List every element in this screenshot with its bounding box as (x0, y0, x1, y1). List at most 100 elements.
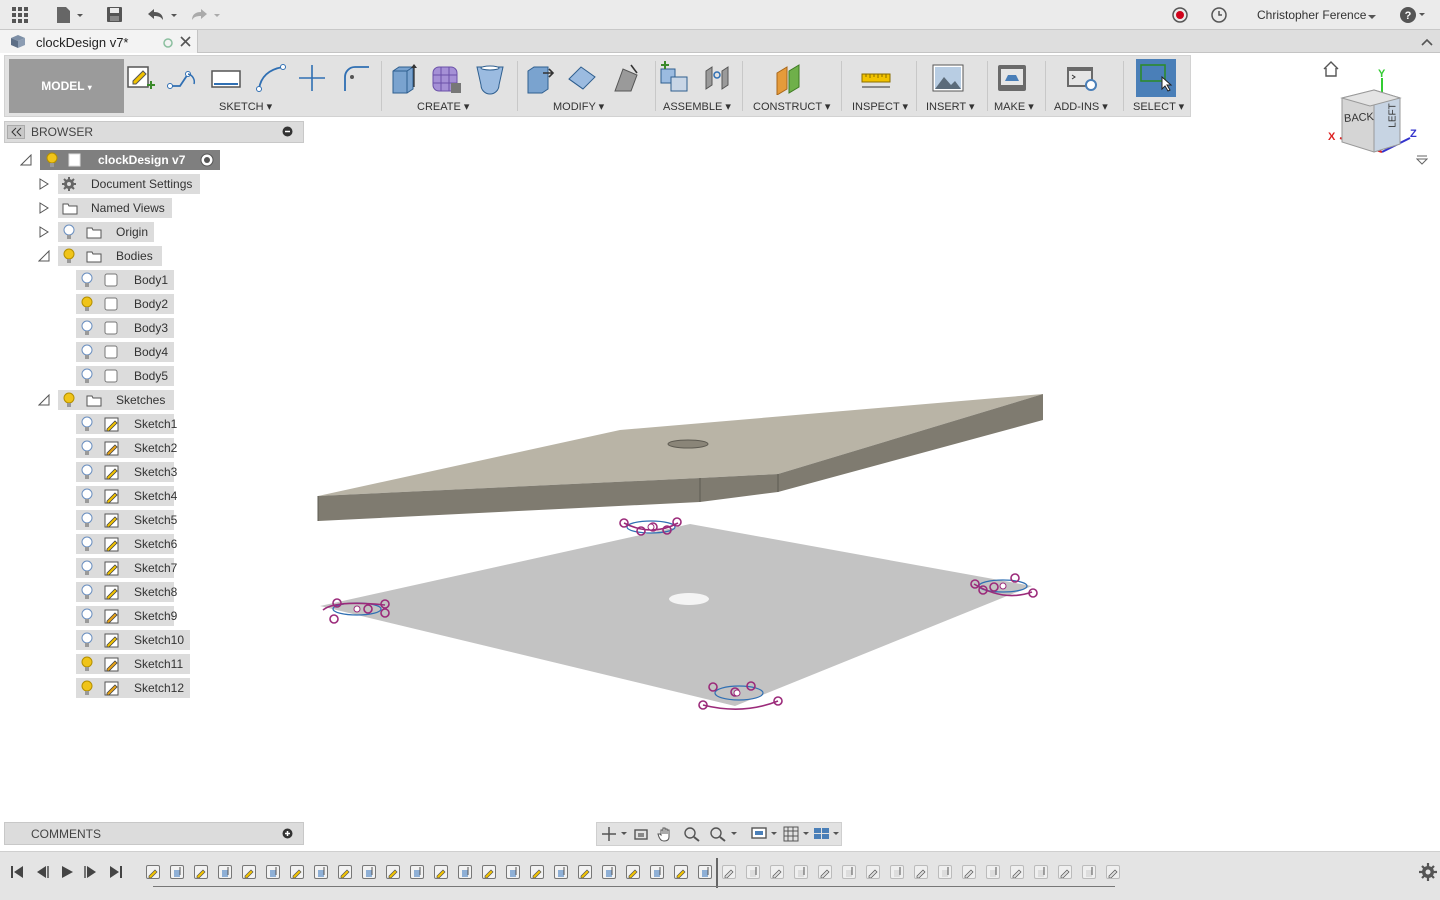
tree-sketch-item[interactable]: Sketch5 (76, 510, 196, 530)
viewcube-back-face[interactable]: BACK (1344, 111, 1375, 125)
tree-body-item[interactable]: Body1 (76, 270, 186, 290)
group-select[interactable]: SELECT ▾ (1133, 100, 1184, 113)
tree-sketch-item[interactable]: Sketch4 (76, 486, 196, 506)
viewports-icon[interactable] (813, 826, 841, 842)
point-tool-icon[interactable] (295, 61, 329, 95)
timeline-feature-icon[interactable] (962, 865, 976, 879)
step-back-icon[interactable] (35, 865, 49, 879)
play-icon[interactable] (60, 865, 74, 879)
timeline-settings-gear-icon[interactable] (1419, 863, 1437, 881)
visibility-bulb-icon[interactable] (62, 392, 76, 408)
tree-root[interactable]: clockDesign v7 (19, 150, 220, 170)
timeline-feature-icon[interactable] (602, 865, 616, 879)
tree-sketch-item[interactable]: Sketch10 (76, 630, 196, 650)
activate-radio-icon[interactable] (200, 153, 214, 167)
save-icon[interactable] (106, 6, 124, 24)
visibility-bulb-icon[interactable] (80, 632, 94, 648)
timeline-feature-icon[interactable] (218, 865, 232, 879)
visibility-bulb-icon[interactable] (80, 488, 94, 504)
visibility-bulb-icon[interactable] (80, 464, 94, 480)
tree-body-item[interactable]: Body2 (76, 294, 186, 314)
redo-icon[interactable] (190, 6, 226, 24)
tree-body-item[interactable]: Body3 (76, 318, 186, 338)
collapsed-arrow-icon[interactable] (38, 202, 50, 214)
expanded-arrow-icon[interactable] (37, 393, 50, 406)
tree-sketch-item[interactable]: Sketch3 (76, 462, 196, 482)
visibility-bulb-icon[interactable] (80, 368, 94, 384)
collapsed-arrow-icon[interactable] (38, 178, 50, 190)
timeline-feature-icon[interactable] (530, 865, 544, 879)
offset-plane-icon[interactable] (773, 61, 807, 96)
add-comment-icon[interactable] (282, 828, 293, 839)
zoom-icon[interactable] (709, 826, 739, 842)
timeline-feature-icon[interactable] (722, 865, 736, 879)
tree-sketches[interactable]: Sketches (37, 390, 238, 410)
timeline-feature-icon[interactable] (698, 865, 712, 879)
group-inspect[interactable]: INSPECT ▾ (852, 100, 908, 113)
collapse-browser-icon[interactable] (7, 125, 25, 139)
visibility-bulb-icon[interactable] (80, 536, 94, 552)
orbit-icon[interactable] (601, 826, 629, 842)
shell-icon[interactable] (473, 61, 507, 95)
timeline-feature-icon[interactable] (794, 865, 808, 879)
pan-hand-icon[interactable] (657, 826, 673, 842)
visibility-bulb-icon[interactable] (80, 656, 94, 672)
timeline-feature-icon[interactable] (362, 865, 376, 879)
visibility-bulb-icon[interactable] (80, 512, 94, 528)
draft-icon[interactable] (609, 61, 643, 95)
visibility-bulb-icon[interactable] (80, 584, 94, 600)
timeline-feature-icon[interactable] (314, 865, 328, 879)
create-sketch-icon[interactable] (123, 61, 157, 95)
visibility-bulb-icon[interactable] (62, 248, 76, 264)
visibility-bulb-icon[interactable] (45, 152, 59, 168)
timeline-feature-icon[interactable] (938, 865, 952, 879)
group-addins[interactable]: ADD-INS ▾ (1054, 100, 1108, 113)
timeline-feature-icon[interactable] (506, 865, 520, 879)
timeline-feature-icon[interactable] (818, 865, 832, 879)
file-menu-icon[interactable] (55, 6, 85, 24)
tree-sketch-item[interactable]: Sketch9 (76, 606, 196, 626)
visibility-bulb-icon[interactable] (80, 440, 94, 456)
expanded-arrow-icon[interactable] (19, 153, 32, 166)
scripts-addins-icon[interactable] (1065, 61, 1099, 95)
timeline-feature-icon[interactable] (410, 865, 424, 879)
visibility-bulb-icon[interactable] (80, 272, 94, 288)
group-insert[interactable]: INSERT ▾ (926, 100, 975, 113)
record-icon[interactable] (1172, 7, 1188, 23)
timeline-feature-icon[interactable] (194, 865, 208, 879)
fillet-tool-icon[interactable] (337, 61, 371, 95)
zoom-window-icon[interactable] (683, 826, 701, 842)
timeline-feature-icon[interactable] (242, 865, 256, 879)
group-construct[interactable]: CONSTRUCT ▾ (753, 100, 830, 113)
3d-print-icon[interactable] (995, 61, 1029, 95)
extrude-icon[interactable] (387, 61, 421, 95)
visibility-bulb-icon[interactable] (80, 560, 94, 576)
tree-body-item[interactable]: Body4 (76, 342, 186, 362)
timeline-feature-icon[interactable] (434, 865, 448, 879)
step-forward-icon[interactable] (84, 865, 98, 879)
viewcube[interactable]: BACK LEFT X Y Z (1320, 58, 1432, 170)
tree-sketch-item[interactable]: Sketch1 (76, 414, 196, 434)
timeline-feature-icon[interactable] (986, 865, 1000, 879)
timeline-feature-icon[interactable] (1010, 865, 1024, 879)
look-at-icon[interactable] (633, 826, 649, 842)
display-settings-icon[interactable] (751, 826, 779, 842)
timeline-feature-icon[interactable] (674, 865, 688, 879)
line-tool-icon[interactable] (165, 61, 199, 95)
timeline-feature-icon[interactable] (914, 865, 928, 879)
tree-bodies[interactable]: Bodies (37, 246, 238, 266)
timeline-feature-icon[interactable] (866, 865, 880, 879)
group-create[interactable]: CREATE ▾ (417, 100, 469, 113)
insert-image-icon[interactable] (931, 61, 965, 95)
timeline-feature-icon[interactable] (290, 865, 304, 879)
tree-sketch-item[interactable]: Sketch11 (76, 654, 196, 674)
timeline-feature-icon[interactable] (1082, 865, 1096, 879)
timeline-feature-icon[interactable] (266, 865, 280, 879)
visibility-bulb-icon[interactable] (80, 296, 94, 312)
tree-sketch-item[interactable]: Sketch12 (76, 678, 196, 698)
timeline-feature-icon[interactable] (770, 865, 784, 879)
press-pull-icon[interactable] (523, 61, 557, 95)
timeline-feature-icon[interactable] (482, 865, 496, 879)
workspace-switcher[interactable]: MODEL ▾ (9, 59, 124, 113)
tree-sketch-item[interactable]: Sketch8 (76, 582, 196, 602)
